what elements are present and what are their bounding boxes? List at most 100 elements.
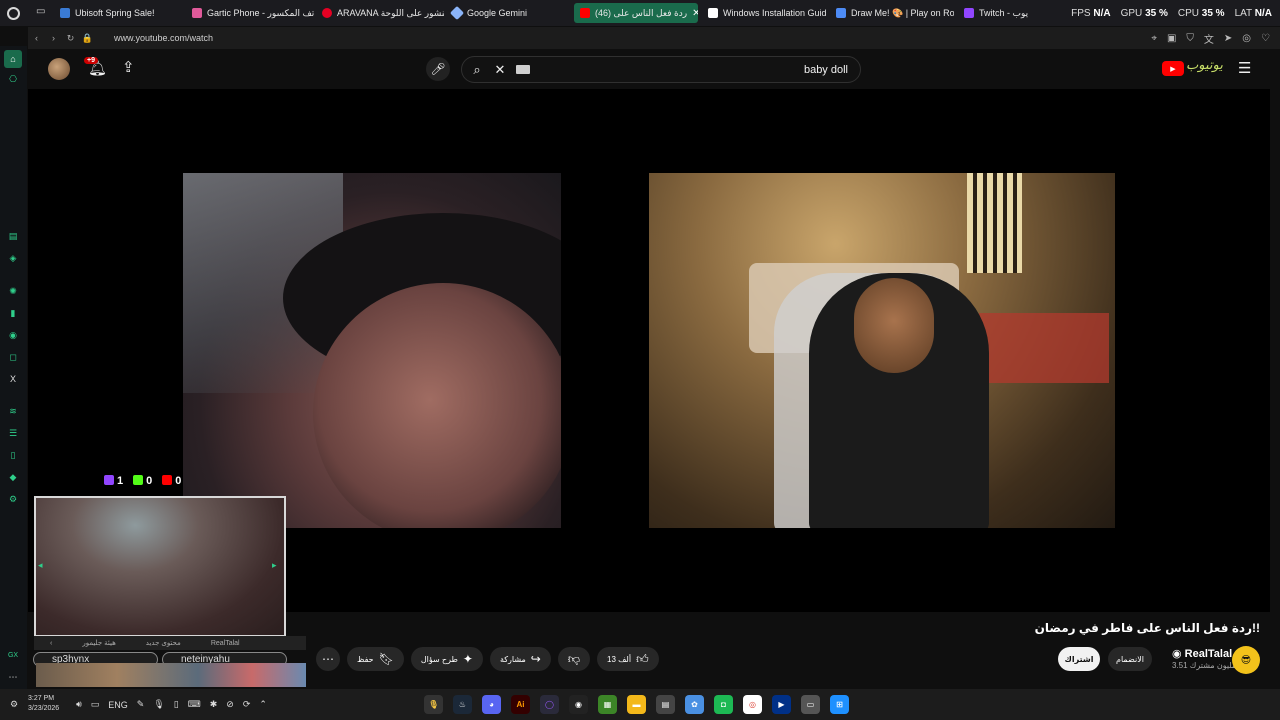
chat-tab[interactable]: محتوى جديد	[146, 639, 181, 647]
resize-left-handle-icon[interactable]: ◂	[38, 560, 48, 574]
sidebar-diamond-icon[interactable]: ◆	[6, 470, 20, 484]
channel-avatar[interactable]: 😎	[1232, 646, 1260, 674]
ask-button[interactable]: طرح سؤال ✦	[410, 647, 483, 671]
youtube-logo-text[interactable]: يوتيوب	[1186, 58, 1223, 73]
sidebar-gamepad-icon[interactable]: ⎔	[6, 72, 20, 86]
browser-logo-icon[interactable]	[0, 0, 26, 26]
subscriber-count: 3.51 مليون مشترك	[1172, 661, 1237, 670]
resize-right-handle-icon[interactable]: ▸	[272, 560, 282, 574]
forward-icon[interactable]: ›	[45, 33, 62, 43]
app-windows-start-icon[interactable]: ⊞	[830, 695, 849, 714]
display-icon[interactable]: ▭	[91, 699, 100, 710]
search-icon[interactable]: ⌕	[462, 62, 492, 78]
save-button[interactable]: حفظ 🔖︎	[347, 647, 404, 671]
share-button[interactable]: مشاركة ↪	[489, 647, 551, 671]
sidebar-chat-icon[interactable]: ▤	[6, 229, 20, 243]
taskbar-clock[interactable]: 3:27 PM 3/23/2026	[28, 694, 59, 714]
app-opera-gx-icon[interactable]: ◯	[540, 695, 559, 714]
tray-expand-icon[interactable]: ⌃	[259, 699, 267, 710]
tab-draw-me[interactable]: Draw Me! 🎨 | Play on Rob	[830, 3, 954, 23]
channel-name[interactable]: ◉ RealTalal	[1172, 647, 1232, 660]
screenshot-icon[interactable]: ▣	[1167, 33, 1176, 44]
volume-icon[interactable]: 🔊︎	[76, 699, 82, 710]
upload-icon[interactable]: ⇪	[122, 58, 135, 76]
thumbs-down-icon: 👎︎	[567, 651, 581, 666]
tab-youtube-active[interactable]: (46) ردة فعل الناس على ✕	[574, 3, 698, 23]
sidebar-openai-icon[interactable]: ✺	[6, 284, 20, 298]
like-button[interactable]: 13 ألف 👍︎	[597, 647, 659, 671]
sidebar-bag-icon[interactable]: ◈	[6, 251, 20, 265]
app-obs-icon[interactable]: ◉	[569, 695, 588, 714]
pen-icon[interactable]: ✎	[137, 699, 145, 710]
subscribe-button[interactable]: اشتراك	[1058, 647, 1100, 671]
settings-gear-icon[interactable]: ⚙	[10, 699, 18, 710]
bluetooth-icon[interactable]: ✱	[210, 699, 218, 710]
close-tab-icon[interactable]: ✕	[692, 8, 698, 19]
account-avatar[interactable]	[48, 58, 70, 80]
tab-list-icon[interactable]: ▭	[36, 6, 45, 17]
heart-icon[interactable]: ♡	[1261, 33, 1270, 44]
app-minecraft-icon[interactable]: ▦	[598, 695, 617, 714]
voice-search-icon[interactable]: 🎤︎	[426, 57, 450, 81]
sidebar-whatsapp-icon[interactable]: ◉	[6, 328, 20, 342]
pinterest-favicon-icon	[322, 8, 332, 18]
app-window-icon[interactable]: ▭	[801, 695, 820, 714]
dislike-button[interactable]: 👎︎	[557, 647, 591, 671]
bookmark-icon: 🔖︎	[378, 652, 394, 666]
keyboard-tray-icon[interactable]: ⌨	[188, 699, 201, 710]
app-playstation-icon[interactable]: ▶	[772, 695, 791, 714]
chat-tab[interactable]: هيئة جليمور	[82, 639, 115, 647]
app-chrome-icon[interactable]: ◎	[743, 695, 762, 714]
mic-tray-icon[interactable]: 🎙︎	[153, 699, 164, 710]
app-voice-icon[interactable]: 🎙︎	[424, 695, 443, 714]
sidebar-twitch-icon[interactable]: ▮	[6, 306, 20, 320]
keyboard-icon[interactable]	[516, 65, 530, 74]
app-discord-icon[interactable]: ◕	[482, 695, 501, 714]
search-input[interactable]	[530, 63, 860, 76]
lock-icon[interactable]: 🔒	[79, 33, 96, 44]
clear-search-icon[interactable]: ✕	[492, 62, 508, 78]
sidebar-gx-icon[interactable]: GX	[6, 648, 20, 662]
sidebar-page-icon[interactable]: ▯	[6, 448, 20, 462]
language-indicator[interactable]: ENG	[108, 700, 128, 710]
sidebar-list-icon[interactable]: ☰	[6, 426, 20, 440]
join-button[interactable]: الانضمام	[1108, 647, 1152, 671]
youtube-logo-icon[interactable]: ▶	[1162, 61, 1184, 76]
app-store-icon[interactable]: ▤	[656, 695, 675, 714]
pin-icon[interactable]: ⌖	[1151, 33, 1157, 44]
chat-tab[interactable]: RealTalal	[211, 640, 240, 647]
sidebar-home-icon[interactable]: ⌂	[4, 50, 22, 68]
tab-pinterest[interactable]: ARAVANA منشور على اللوحة	[316, 3, 444, 23]
sidebar-x-icon[interactable]: X	[6, 372, 20, 386]
gpu-label: GPU	[1120, 7, 1143, 19]
translate-icon[interactable]: 文	[1204, 31, 1214, 46]
tab-ubisoft[interactable]: Ubisoft Spring Sale!	[54, 3, 182, 23]
url-text[interactable]: www.youtube.com/watch	[114, 33, 213, 43]
more-actions-icon[interactable]: ⋯	[316, 647, 340, 671]
tab-gartic[interactable]: Gartic Phone - هاتف المكسور	[186, 3, 314, 23]
sidebar-spotify-icon[interactable]: ≋	[6, 404, 20, 418]
app-whatsapp-icon[interactable]: ◘	[714, 695, 733, 714]
mini-preview-window[interactable]: ◂ ▸	[34, 496, 286, 637]
menu-icon[interactable]: ☰	[1238, 59, 1251, 77]
sync-icon[interactable]: ⟳	[243, 699, 251, 710]
sidebar-more-icon[interactable]: ⋯	[6, 670, 20, 684]
chat-prev-icon[interactable]: ‹	[50, 640, 52, 647]
app-illustrator-icon[interactable]: Ai	[511, 695, 530, 714]
app-copilot-icon[interactable]: ✿	[685, 695, 704, 714]
shield-icon[interactable]: ⛉	[1186, 33, 1194, 44]
tab-gemini[interactable]: Google Gemini	[446, 3, 570, 23]
send-icon[interactable]: ➤	[1224, 33, 1232, 44]
app-steam-icon[interactable]: ♨	[453, 695, 472, 714]
sidebar-settings-icon[interactable]: ⚙	[6, 492, 20, 506]
wifi-off-icon[interactable]: ⊘	[226, 699, 234, 710]
tab-twitch[interactable]: Twitch - يوب	[958, 3, 1038, 23]
battery-icon[interactable]: ▯	[174, 699, 179, 710]
back-icon[interactable]: ‹	[28, 33, 45, 43]
sidebar-instagram-icon[interactable]: ◻	[6, 350, 20, 364]
app-files-icon[interactable]: ▬	[627, 695, 646, 714]
vpn-icon[interactable]: ◎	[1242, 33, 1251, 44]
reload-icon[interactable]: ↻	[62, 33, 79, 44]
tab-windows-guide[interactable]: Windows Installation Guide	[702, 3, 826, 23]
youtube-favicon-icon	[580, 8, 590, 18]
